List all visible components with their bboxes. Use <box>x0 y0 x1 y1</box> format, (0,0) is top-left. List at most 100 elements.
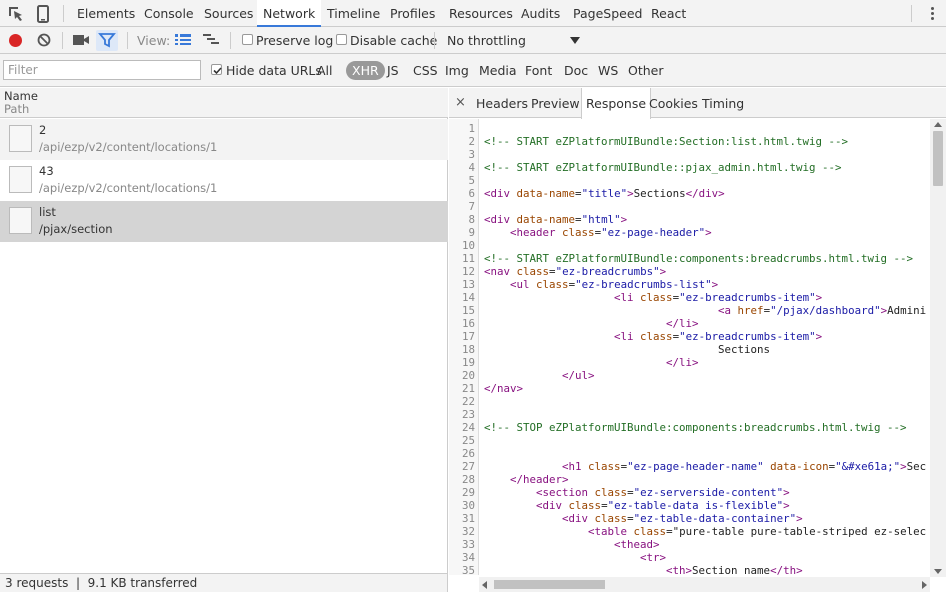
line-text: </nav> <box>484 382 524 395</box>
line-number: 22 <box>461 395 475 408</box>
line-number: 8 <box>468 213 475 226</box>
line-text: Sections <box>484 343 771 356</box>
filter-type-all[interactable]: All <box>317 54 333 87</box>
filter-type-font[interactable]: Font <box>525 54 552 87</box>
line-text: </li> <box>666 317 699 330</box>
inspect-element-icon[interactable] <box>6 4 26 24</box>
line-text: <!-- START eZPlatformUIBundle::pjax_admi… <box>484 161 842 174</box>
preserve-log-checkbox[interactable] <box>242 34 253 45</box>
line-text: <table class="pure-table pure-table-stri… <box>588 525 927 538</box>
tab-resources[interactable]: Resources <box>443 0 519 27</box>
source-line: 34 <tr> <box>449 551 934 564</box>
disable-cache-checkbox[interactable] <box>336 34 347 45</box>
source-line: 17 <li class="ez-breadcrumbs-item"> <box>449 330 934 343</box>
hide-data-urls-checkbox[interactable] <box>211 64 222 75</box>
filter-type-media[interactable]: Media <box>479 54 517 87</box>
request-name: 43 <box>39 164 54 178</box>
source-line: 23 <box>449 408 934 421</box>
line-text: <div data-name="html"> <box>484 213 628 226</box>
disable-cache-label[interactable]: Disable cache <box>350 27 437 54</box>
line-text: <h1 class="ez-page-header-name" data-ico… <box>562 460 927 473</box>
line-number: 16 <box>461 317 475 330</box>
tab-preview[interactable]: Preview <box>527 88 584 118</box>
filter-type-doc[interactable]: Doc <box>564 54 588 87</box>
scrollbar-thumb[interactable] <box>933 131 943 186</box>
tab-network[interactable]: Network <box>257 0 322 27</box>
tab-elements[interactable]: Elements <box>71 0 141 27</box>
source-line: 20 </ul> <box>449 369 934 382</box>
source-line: 3 <box>449 148 934 161</box>
tab-response[interactable]: Response <box>581 88 652 119</box>
filter-type-xhr[interactable]: XHR <box>346 61 385 80</box>
source-line: 19 </li> <box>449 356 934 369</box>
screenshot-camera-icon[interactable] <box>73 34 89 46</box>
filter-input[interactable] <box>3 60 201 80</box>
tab-timeline[interactable]: Timeline <box>321 0 386 27</box>
line-text: <div data-name="title">Sections</div> <box>484 187 725 200</box>
line-text: <!-- START eZPlatformUIBundle:Section:li… <box>484 135 849 148</box>
scroll-left-icon[interactable] <box>482 581 487 589</box>
source-line: 8 <div data-name="html"> <box>449 213 934 226</box>
filter-toggle-button[interactable] <box>96 30 118 51</box>
tab-pagespeed[interactable]: PageSpeed <box>567 0 648 27</box>
overview-view-icon[interactable] <box>203 33 219 47</box>
line-number: 18 <box>461 343 475 356</box>
response-source[interactable]: 1 2 <!-- START eZPlatformUIBundle:Section:… <box>449 119 934 575</box>
tab-profiles[interactable]: Profiles <box>384 0 441 27</box>
preserve-log-label[interactable]: Preserve log <box>256 27 333 54</box>
table-row[interactable]: 2 /api/ezp/v2/content/locations/1 <box>0 119 448 160</box>
hide-data-urls-label[interactable]: Hide data URLs <box>226 54 322 87</box>
source-line: 18 Sections <box>449 343 934 356</box>
filter-type-css[interactable]: CSS <box>413 54 438 87</box>
source-line: 31 <div class="ez-table-data-container"> <box>449 512 934 525</box>
line-number: 3 <box>468 148 475 161</box>
tab-console[interactable]: Console <box>138 0 200 27</box>
line-number: 10 <box>461 239 475 252</box>
line-number: 23 <box>461 408 475 421</box>
source-line: 25 <box>449 434 934 447</box>
filter-type-ws[interactable]: WS <box>598 54 618 87</box>
tab-timing[interactable]: Timing <box>698 88 748 118</box>
tab-headers[interactable]: Headers <box>472 88 532 118</box>
table-row-selected[interactable]: list /pjax/section <box>0 201 448 242</box>
vertical-scrollbar[interactable] <box>930 119 946 577</box>
network-toolbar: View: Preserve log Disable cache No thro… <box>0 27 946 54</box>
filter-type-img[interactable]: Img <box>445 54 469 87</box>
scroll-down-icon[interactable] <box>934 569 942 574</box>
close-icon[interactable]: × <box>455 95 466 110</box>
document-icon <box>9 207 32 234</box>
source-line: 30 <div class="ez-table-data is-flexible… <box>449 499 934 512</box>
name-column-header[interactable]: Name Path <box>0 88 448 118</box>
filter-type-other[interactable]: Other <box>628 54 664 87</box>
line-text: <div class="ez-table-data-container"> <box>562 512 803 525</box>
throttling-select[interactable]: No throttling <box>447 27 526 54</box>
tab-cookies[interactable]: Cookies <box>645 88 702 118</box>
scroll-right-icon[interactable] <box>922 581 927 589</box>
clear-icon[interactable] <box>37 33 51 47</box>
scrollbar-thumb[interactable] <box>494 580 605 589</box>
document-icon <box>9 125 32 152</box>
record-icon[interactable] <box>9 34 22 47</box>
source-line: 16 </li> <box>449 317 934 330</box>
line-text: </li> <box>666 356 699 369</box>
filter-type-js[interactable]: JS <box>387 54 399 87</box>
source-line: 1 <box>449 122 934 135</box>
tab-sources[interactable]: Sources <box>198 0 259 27</box>
line-number: 14 <box>461 291 475 304</box>
line-number: 27 <box>461 460 475 473</box>
large-rows-view-icon[interactable] <box>175 33 191 47</box>
device-mode-icon[interactable] <box>33 4 53 24</box>
chevron-down-icon[interactable] <box>570 37 580 44</box>
table-row[interactable]: 43 /api/ezp/v2/content/locations/1 <box>0 160 448 201</box>
horizontal-scrollbar[interactable] <box>479 577 930 592</box>
more-menu-icon[interactable] <box>926 6 938 22</box>
tab-react[interactable]: React <box>645 0 692 27</box>
scroll-up-icon[interactable] <box>934 122 942 127</box>
source-line: 9 <header class="ez-page-header"> <box>449 226 934 239</box>
tab-audits[interactable]: Audits <box>515 0 566 27</box>
line-number: 32 <box>461 525 475 538</box>
line-number: 15 <box>461 304 475 317</box>
source-line: 21 </nav> <box>449 382 934 395</box>
line-number: 9 <box>468 226 475 239</box>
request-path: /api/ezp/v2/content/locations/1 <box>39 140 218 154</box>
